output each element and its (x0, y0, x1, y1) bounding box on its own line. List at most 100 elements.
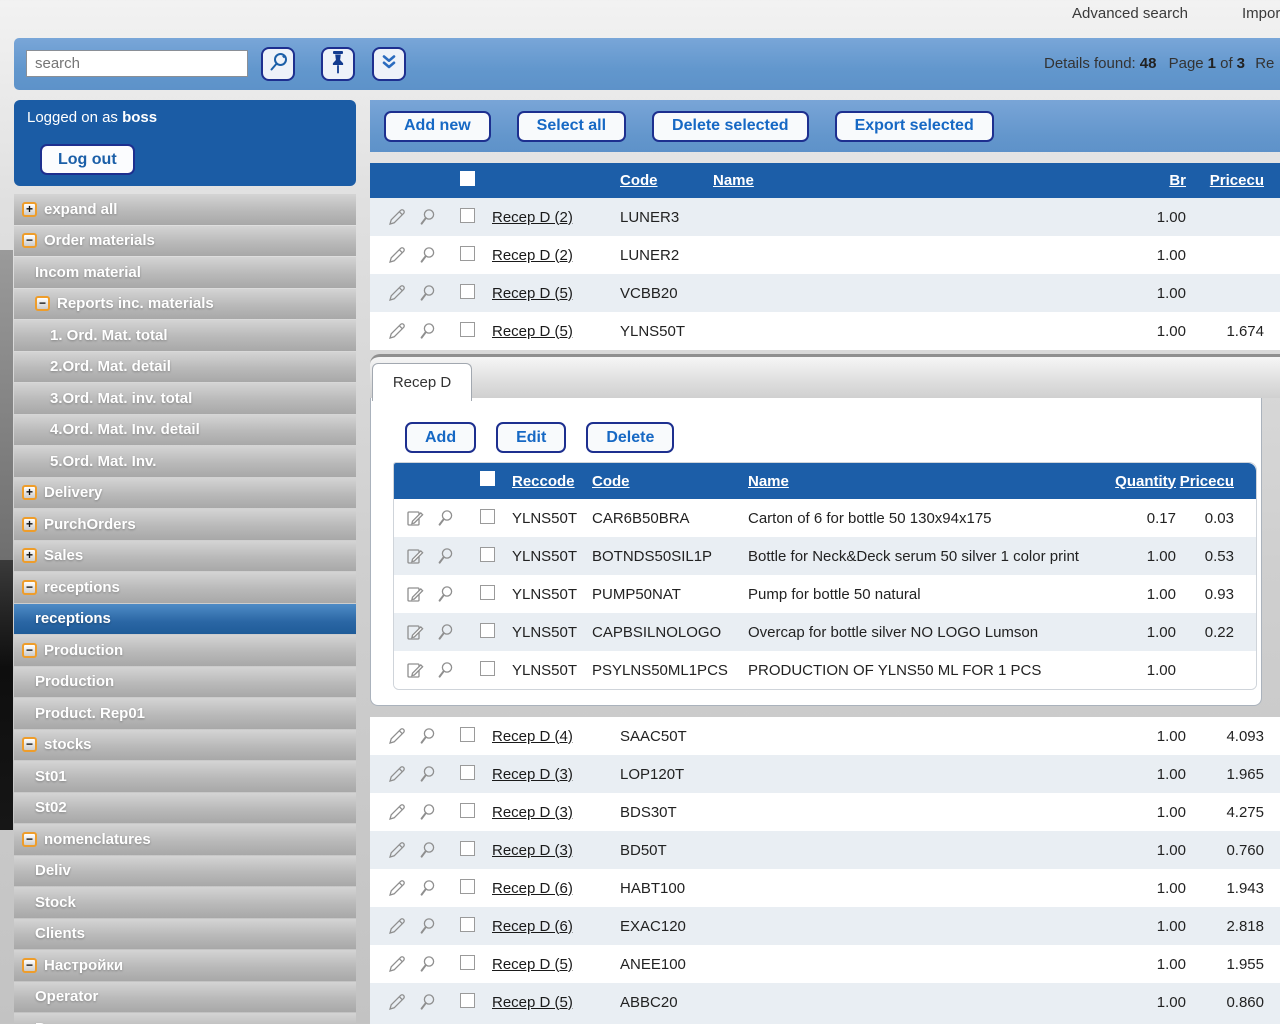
row-checkbox[interactable] (460, 803, 475, 818)
pencil-icon[interactable] (386, 726, 408, 746)
minus-icon[interactable]: − (22, 643, 37, 658)
log-out-button[interactable]: Log out (40, 144, 135, 175)
sidebar-item-clients[interactable]: Clients (14, 919, 356, 950)
magnifier-icon[interactable] (416, 764, 438, 784)
sidebar-item-delivery[interactable]: +Delivery (14, 478, 356, 509)
edit-note-icon[interactable] (404, 508, 426, 528)
tab-recep-d[interactable]: Recep D (372, 363, 472, 401)
sidebar-item-receptions[interactable]: −receptions (14, 572, 356, 603)
magnifier-icon[interactable] (416, 802, 438, 822)
pencil-icon[interactable] (386, 992, 408, 1012)
row-checkbox[interactable] (460, 841, 475, 856)
magnifier-icon[interactable] (416, 878, 438, 898)
recep-link[interactable]: Recep D (5) (492, 323, 573, 340)
column-header-pricecu[interactable]: Pricecu (1186, 172, 1264, 189)
sidebar-item-production[interactable]: −Production (14, 635, 356, 666)
magnifier-icon[interactable] (434, 622, 456, 642)
row-checkbox[interactable] (480, 661, 495, 676)
detail-edit-button[interactable]: Edit (496, 422, 566, 453)
sidebar-item-1-ord-mat-total[interactable]: 1. Ord. Mat. total (14, 320, 356, 351)
sidebar-item-order-materials[interactable]: −Order materials (14, 226, 356, 257)
search-button[interactable] (261, 47, 295, 81)
minus-icon[interactable]: − (22, 233, 37, 248)
minus-icon[interactable]: − (35, 296, 50, 311)
detail-select-all-checkbox[interactable] (480, 471, 495, 486)
plus-icon[interactable]: + (22, 517, 37, 532)
advanced-search-link[interactable]: Advanced search (1072, 2, 1188, 26)
plus-icon[interactable]: + (22, 548, 37, 563)
sidebar-item-reports-inc-materials[interactable]: −Reports inc. materials (14, 289, 356, 320)
sidebar-item-sales[interactable]: +Sales (14, 541, 356, 572)
sidebar-item-st01[interactable]: St01 (14, 761, 356, 792)
sidebar-item-operator[interactable]: Operator (14, 982, 356, 1013)
sidebar-item-receptions[interactable]: receptions (14, 604, 356, 635)
row-checkbox[interactable] (480, 585, 495, 600)
sidebar-item-incom-material[interactable]: Incom material (14, 257, 356, 288)
magnifier-icon[interactable] (434, 584, 456, 604)
recep-link[interactable]: Recep D (6) (492, 880, 573, 897)
recep-link[interactable]: Recep D (3) (492, 766, 573, 783)
recep-link[interactable]: Recep D (5) (492, 956, 573, 973)
recep-link[interactable]: Recep D (2) (492, 209, 573, 226)
detail-column-header-name[interactable]: Name (748, 473, 1112, 490)
sidebar-item-deliv[interactable]: Deliv (14, 856, 356, 887)
magnifier-icon[interactable] (434, 660, 456, 680)
select-all-checkbox[interactable] (460, 171, 475, 186)
sidebar-item-4-ord-mat-inv-detail[interactable]: 4.Ord. Mat. Inv. detail (14, 415, 356, 446)
magnifier-icon[interactable] (416, 283, 438, 303)
magnifier-icon[interactable] (416, 207, 438, 227)
import-link[interactable]: Import (1242, 2, 1280, 26)
edit-note-icon[interactable] (404, 584, 426, 604)
magnifier-icon[interactable] (416, 321, 438, 341)
detail-column-header-pricecu[interactable]: Pricecu (1176, 473, 1234, 490)
row-checkbox[interactable] (480, 509, 495, 524)
minus-icon[interactable]: − (22, 958, 37, 973)
magnifier-icon[interactable] (416, 245, 438, 265)
sidebar-item-stock[interactable]: Stock (14, 887, 356, 918)
sidebar-item-p[interactable]: P (14, 1013, 356, 1024)
row-checkbox[interactable] (460, 246, 475, 261)
plus-icon[interactable]: + (22, 202, 37, 217)
recep-link[interactable]: Recep D (5) (492, 285, 573, 302)
pencil-icon[interactable] (386, 207, 408, 227)
delete-selected-button[interactable]: Delete selected (652, 111, 809, 142)
sidebar-item-nomenclatures[interactable]: −nomenclatures (14, 824, 356, 855)
pin-button[interactable] (321, 47, 355, 81)
sidebar-item-настройки[interactable]: −Настройки (14, 950, 356, 981)
sidebar-item-2-ord-mat-detail[interactable]: 2.Ord. Mat. detail (14, 352, 356, 383)
pencil-icon[interactable] (386, 916, 408, 936)
magnifier-icon[interactable] (416, 726, 438, 746)
detail-column-header-reccode[interactable]: Reccode (512, 473, 592, 490)
row-checkbox[interactable] (460, 284, 475, 299)
recep-link[interactable]: Recep D (2) (492, 247, 573, 264)
magnifier-icon[interactable] (416, 916, 438, 936)
sidebar-item-product-rep01[interactable]: Product. Rep01 (14, 698, 356, 729)
row-checkbox[interactable] (460, 879, 475, 894)
row-checkbox[interactable] (460, 208, 475, 223)
recep-link[interactable]: Recep D (5) (492, 994, 573, 1011)
pencil-icon[interactable] (386, 245, 408, 265)
magnifier-icon[interactable] (416, 954, 438, 974)
pencil-icon[interactable] (386, 954, 408, 974)
search-input[interactable] (26, 50, 248, 77)
expand-panel-button[interactable] (372, 47, 406, 81)
row-checkbox[interactable] (460, 955, 475, 970)
sidebar-item-stocks[interactable]: −stocks (14, 730, 356, 761)
row-checkbox[interactable] (460, 322, 475, 337)
export-selected-button[interactable]: Export selected (835, 111, 994, 142)
magnifier-icon[interactable] (434, 546, 456, 566)
column-header-br[interactable]: Br (1106, 172, 1186, 189)
recep-link[interactable]: Recep D (3) (492, 842, 573, 859)
row-checkbox[interactable] (460, 727, 475, 742)
magnifier-icon[interactable] (416, 840, 438, 860)
magnifier-icon[interactable] (434, 508, 456, 528)
sidebar-item-production[interactable]: Production (14, 667, 356, 698)
pencil-icon[interactable] (386, 840, 408, 860)
select-all-button[interactable]: Select all (517, 111, 626, 142)
sidebar-item-st02[interactable]: St02 (14, 793, 356, 824)
magnifier-icon[interactable] (416, 992, 438, 1012)
detail-column-header-quantity[interactable]: Quantity (1112, 473, 1176, 490)
detail-add-button[interactable]: Add (405, 422, 476, 453)
edit-note-icon[interactable] (404, 546, 426, 566)
pencil-icon[interactable] (386, 764, 408, 784)
